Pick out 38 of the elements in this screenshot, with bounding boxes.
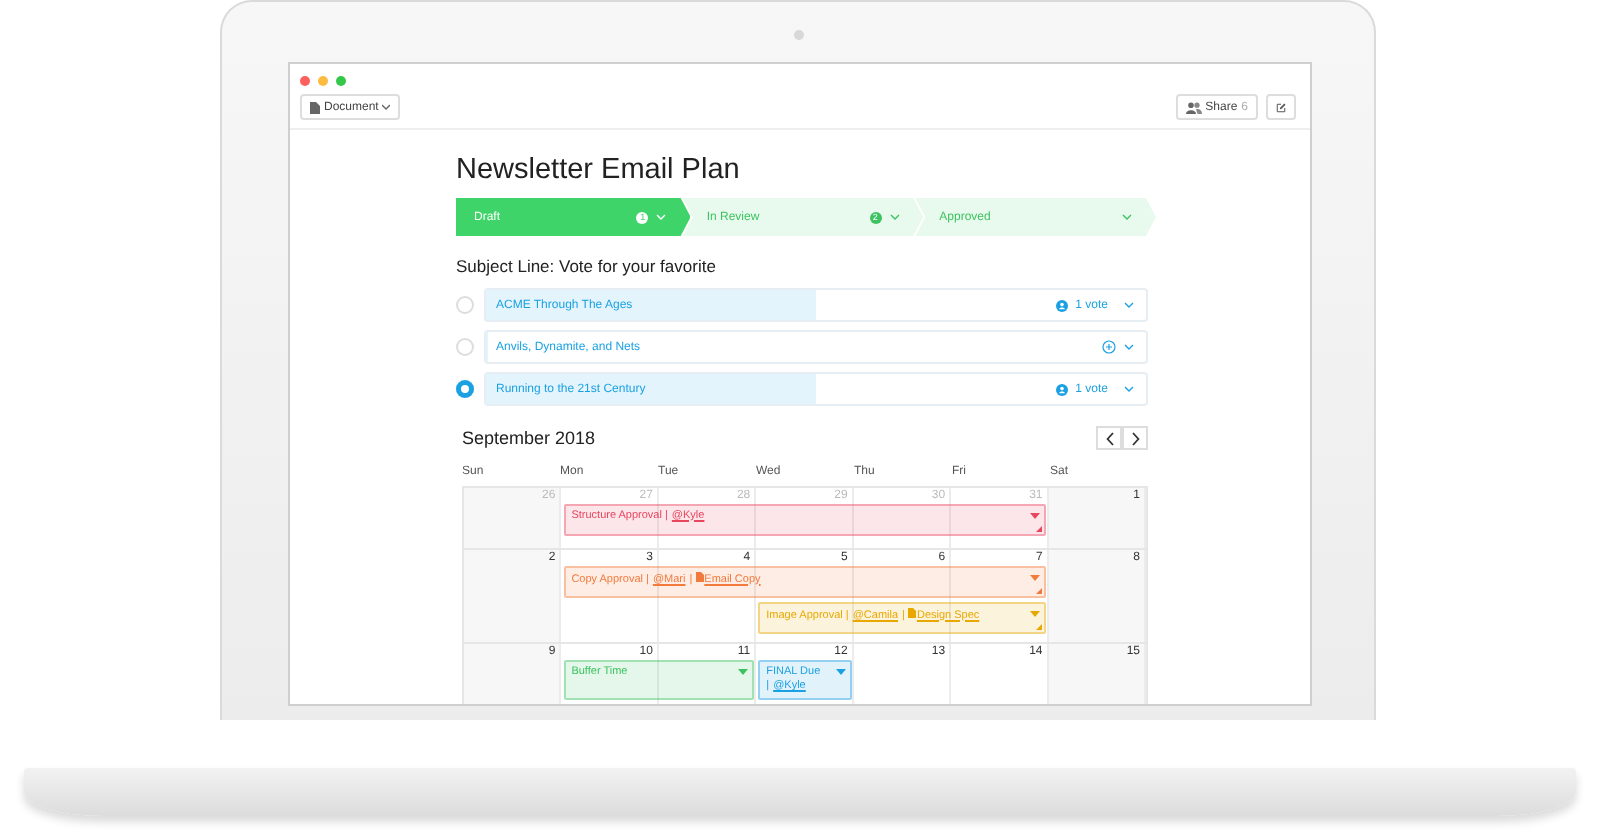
- caret-icon[interactable]: [738, 668, 749, 676]
- caret-icon: [889, 214, 900, 220]
- camera-icon: [794, 30, 804, 40]
- document-icon: [696, 571, 705, 581]
- resize-handle-icon[interactable]: [1036, 526, 1043, 532]
- resize-handle-icon[interactable]: [1036, 588, 1043, 594]
- close-button[interactable]: [300, 76, 310, 86]
- chevron-left-icon: [1105, 431, 1113, 445]
- caret-icon[interactable]: [1124, 344, 1134, 350]
- add-vote-icon[interactable]: [1102, 340, 1116, 354]
- edit-icon: [1276, 99, 1286, 115]
- maximize-button[interactable]: [336, 76, 346, 86]
- caret-icon: [656, 214, 667, 220]
- edit-button[interactable]: [1266, 94, 1296, 120]
- next-month-button[interactable]: [1122, 426, 1148, 450]
- minimize-button[interactable]: [318, 76, 328, 86]
- caret-icon: [1121, 214, 1132, 220]
- caret-icon[interactable]: [1030, 512, 1041, 520]
- person-badge-icon: [1055, 383, 1068, 395]
- chevron-right-icon: [1131, 431, 1139, 445]
- document-icon: [310, 101, 320, 113]
- document-icon: [908, 607, 917, 617]
- people-icon: [1185, 101, 1202, 113]
- radio-button[interactable]: [456, 338, 474, 356]
- month-title: September 2018: [462, 428, 598, 448]
- person-badge-icon: [1055, 299, 1068, 311]
- previous-month-button[interactable]: [1096, 426, 1122, 450]
- page-title: Newsletter Email Plan: [456, 154, 742, 186]
- resize-handle-icon[interactable]: [1036, 624, 1043, 630]
- radio-button[interactable]: [456, 380, 474, 398]
- caret-icon[interactable]: [1124, 386, 1134, 392]
- caret-icon: [382, 104, 391, 110]
- caret-icon[interactable]: [1030, 610, 1041, 618]
- caret-icon[interactable]: [835, 668, 846, 676]
- section-heading: Subject Line: Vote for your favorite: [456, 256, 718, 276]
- caret-icon[interactable]: [1124, 302, 1134, 308]
- caret-icon[interactable]: [1030, 574, 1041, 582]
- radio-button[interactable]: [456, 296, 474, 314]
